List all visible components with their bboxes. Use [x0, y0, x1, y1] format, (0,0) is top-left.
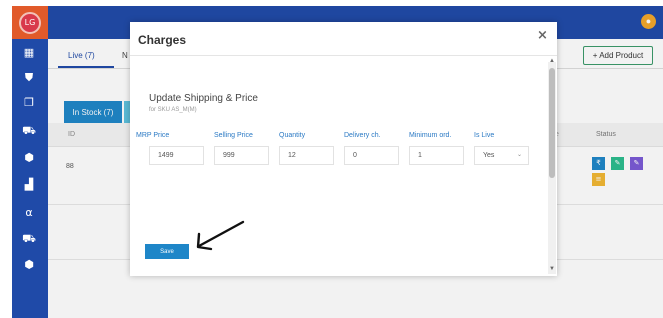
modal-divider	[130, 55, 557, 56]
modal-title: Charges	[138, 33, 187, 47]
delivery-charge-label: Delivery ch.	[344, 132, 381, 139]
is-live-select[interactable]: Yes ⌄	[474, 146, 529, 165]
logo-mark: LG	[19, 11, 41, 34]
dashboard-icon[interactable]: ▦	[22, 46, 36, 60]
mrp-price-input[interactable]: 1499	[149, 146, 204, 165]
package-icon[interactable]: ⬢	[22, 258, 36, 272]
delivery-charge-input[interactable]: 0	[344, 146, 399, 165]
delivery-icon[interactable]: ⛟	[22, 232, 36, 246]
scrollbar-thumb[interactable]	[549, 68, 555, 178]
basket-icon[interactable]: ⛊	[22, 71, 36, 85]
quantity-input[interactable]: 12	[279, 146, 334, 165]
quantity-label: Quantity	[279, 132, 306, 139]
chevron-down-icon: ⌄	[516, 152, 522, 158]
pointer-arrow-icon	[196, 220, 245, 251]
box-icon[interactable]: ⬢	[22, 151, 36, 165]
copy-icon[interactable]: ❐	[22, 96, 36, 110]
truck-icon[interactable]: ⛟	[22, 124, 36, 138]
section-title: Update Shipping & Price	[149, 93, 258, 104]
scroll-down-icon[interactable]: ▼	[549, 266, 555, 272]
save-button[interactable]: Save	[145, 244, 189, 259]
brand-logo[interactable]: LG	[12, 6, 48, 39]
scroll-up-icon[interactable]: ▲	[549, 58, 555, 64]
sku-subtitle: for SKU AS_M(M)	[149, 107, 197, 113]
close-icon[interactable]: ×	[537, 28, 548, 43]
selling-price-label: Selling Price	[214, 132, 253, 139]
alpha-icon[interactable]: α	[22, 206, 36, 220]
minimum-order-label: Minimum ord.	[409, 132, 452, 139]
is-live-label: Is Live	[474, 132, 495, 139]
is-live-value: Yes	[483, 152, 495, 159]
chart-icon[interactable]: ▟	[22, 178, 36, 192]
minimum-order-input[interactable]: 1	[409, 146, 464, 165]
selling-price-input[interactable]: 999	[214, 146, 269, 165]
mrp-price-label: MRP Price	[136, 132, 170, 139]
